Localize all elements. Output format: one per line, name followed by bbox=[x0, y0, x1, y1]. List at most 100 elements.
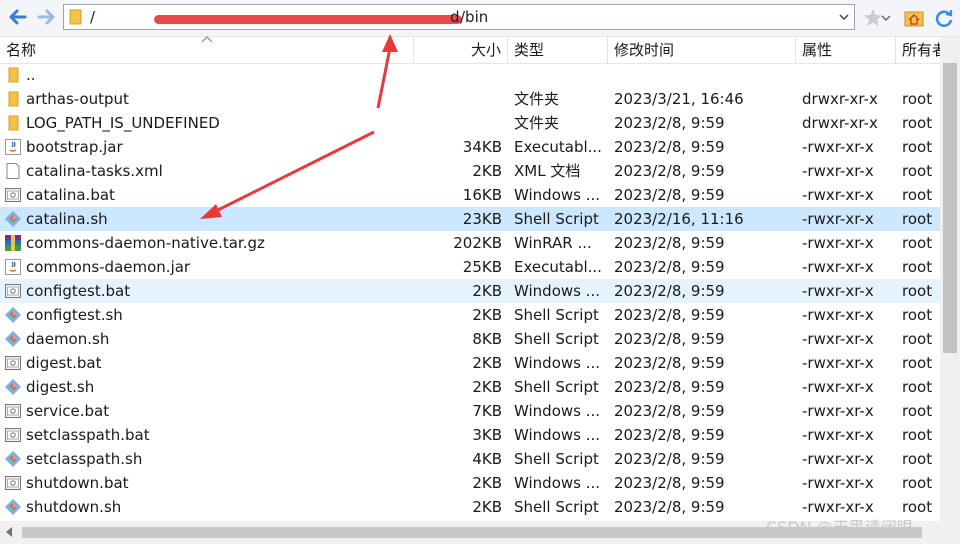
file-row[interactable]: arthas-output 文件夹 2023/3/21, 16:46 drwxr-xr… bbox=[0, 87, 940, 111]
file-owner: root bbox=[902, 138, 933, 156]
back-button[interactable] bbox=[6, 6, 28, 28]
address-bar[interactable]: / d /bin bbox=[63, 4, 855, 30]
folder-icon bbox=[4, 114, 22, 132]
file-size: 7KB bbox=[472, 402, 502, 420]
file-type: Shell Script bbox=[514, 378, 599, 396]
column-modified-label: 修改时间 bbox=[614, 41, 675, 59]
file-row[interactable]: configtest.sh 2KB Shell Script 2023/2/8, 9:… bbox=[0, 303, 940, 327]
column-header-row: 名称 大小 类型 修改时间 属性 所有者 bbox=[0, 36, 940, 64]
file-type: Windows ... bbox=[514, 282, 601, 300]
file-type: Executabl... bbox=[514, 138, 602, 156]
file-modified: 2023/2/8, 9:59 bbox=[614, 426, 725, 444]
file-modified bbox=[614, 63, 796, 87]
file-row[interactable]: digest.sh 2KB Shell Script 2023/2/8, 9:59 -r… bbox=[0, 375, 940, 399]
file-size: 25KB bbox=[462, 258, 502, 276]
file-size: 8KB bbox=[472, 330, 502, 348]
file-owner: root bbox=[902, 282, 933, 300]
home-folder-icon[interactable] bbox=[903, 7, 925, 29]
file-name: catalina-tasks.xml bbox=[26, 162, 163, 180]
vertical-scrollbar[interactable] bbox=[940, 37, 960, 521]
column-owner[interactable]: 所有者 bbox=[896, 37, 940, 63]
file-row[interactable]: commons-daemon.jar 25KB Executabl... 2023/2… bbox=[0, 255, 940, 279]
redaction-mark bbox=[154, 15, 462, 24]
batch-file-icon bbox=[4, 186, 22, 204]
file-owner: root bbox=[902, 402, 933, 420]
file-row[interactable]: bootstrap.jar 34KB Executabl... 2023/2/8, 9… bbox=[0, 135, 940, 159]
column-type-label: 类型 bbox=[514, 41, 545, 59]
file-row[interactable]: digest.bat 2KB Windows ... 2023/2/8, 9:59 -r… bbox=[0, 351, 940, 375]
watermark: CSDN @天黑请闭眼 bbox=[766, 518, 913, 537]
file-modified: 2023/2/8, 9:59 bbox=[614, 138, 725, 156]
file-type: 文件夹 bbox=[514, 90, 560, 108]
column-name-label: 名称 bbox=[6, 41, 37, 59]
file-row[interactable]: catalina.bat 16KB Windows ... 2023/2/8, 9:5… bbox=[0, 183, 940, 207]
file-owner: root bbox=[902, 378, 933, 396]
file-modified: 2023/2/8, 9:59 bbox=[614, 474, 725, 492]
file-row[interactable]: service.bat 7KB Windows ... 2023/2/8, 9:59 -… bbox=[0, 399, 940, 423]
file-type: XML 文档 bbox=[514, 162, 581, 180]
file-name: setclasspath.sh bbox=[26, 450, 143, 468]
file-owner: root bbox=[902, 114, 933, 132]
chevron-down-icon[interactable] bbox=[838, 11, 850, 23]
file-row[interactable]: shutdown.bat 2KB Windows ... 2023/2/8, 9:59… bbox=[0, 471, 940, 495]
column-size[interactable]: 大小 bbox=[414, 37, 508, 63]
file-name: catalina.sh bbox=[26, 210, 108, 228]
file-size bbox=[414, 111, 502, 135]
file-owner: root bbox=[902, 258, 933, 276]
vertical-scrollbar-thumb[interactable] bbox=[943, 63, 957, 353]
file-type: Shell Script bbox=[514, 306, 599, 324]
batch-file-icon bbox=[4, 474, 22, 492]
file-modified: 2023/2/8, 9:59 bbox=[614, 402, 725, 420]
file-row[interactable]: catalina.sh 23KB Shell Script 2023/2/16, 11… bbox=[0, 207, 940, 231]
file-type: 文件夹 bbox=[514, 114, 560, 132]
file-modified: 2023/2/8, 9:59 bbox=[614, 378, 725, 396]
file-permissions: -rwxr-xr-x bbox=[802, 138, 874, 156]
folder-icon bbox=[4, 90, 22, 108]
file-size: 23KB bbox=[462, 210, 502, 228]
file-row[interactable]: daemon.sh 8KB Shell Script 2023/2/8, 9:59 -r… bbox=[0, 327, 940, 351]
chevron-down-icon[interactable] bbox=[880, 7, 892, 29]
file-row[interactable]: configtest.bat 2KB Windows ... 2023/2/8, 9:… bbox=[0, 279, 940, 303]
file-row[interactable]: setclasspath.bat 3KB Windows ... 2023/2/8, … bbox=[0, 423, 940, 447]
winrar-archive-icon bbox=[4, 234, 22, 252]
file-modified: 2023/3/21, 16:46 bbox=[614, 90, 744, 108]
file-row[interactable]: commons-daemon-native.tar.gz 202KB WinRAR … bbox=[0, 231, 940, 255]
folder-icon bbox=[4, 66, 22, 84]
file-owner: root bbox=[902, 354, 933, 372]
file-permissions: -rwxr-xr-x bbox=[802, 186, 874, 204]
batch-file-icon bbox=[4, 354, 22, 372]
file-row[interactable]: catalina-tasks.xml 2KB XML 文档 2023/2/8, 9:5… bbox=[0, 159, 940, 183]
file-name: configtest.sh bbox=[26, 306, 123, 324]
column-attributes[interactable]: 属性 bbox=[796, 37, 896, 63]
file-size: 16KB bbox=[462, 186, 502, 204]
file-row[interactable]: setclasspath.sh 4KB Shell Script 2023/2/8, … bbox=[0, 447, 940, 471]
file-permissions: -rwxr-xr-x bbox=[802, 450, 874, 468]
file-name: shutdown.bat bbox=[26, 474, 129, 492]
forward-button[interactable] bbox=[36, 6, 58, 28]
refresh-icon[interactable] bbox=[933, 7, 955, 29]
folder-icon bbox=[69, 9, 82, 25]
scroll-left-icon[interactable] bbox=[4, 526, 14, 538]
column-modified[interactable]: 修改时间 bbox=[608, 37, 796, 63]
java-jar-icon bbox=[4, 258, 22, 276]
file-size: 4KB bbox=[472, 450, 502, 468]
file-owner: root bbox=[902, 450, 933, 468]
file-row[interactable]: LOG_PATH_IS_UNDEFINED 文件夹 2023/2/8, 9:59 dr… bbox=[0, 111, 940, 135]
file-modified: 2023/2/16, 11:16 bbox=[614, 210, 744, 228]
file-type: Windows ... bbox=[514, 426, 601, 444]
batch-file-icon bbox=[4, 426, 22, 444]
file-row[interactable]: .. bbox=[0, 63, 940, 87]
file-modified: 2023/2/8, 9:59 bbox=[614, 114, 725, 132]
file-name: .. bbox=[26, 66, 36, 84]
file-permissions: -rwxr-xr-x bbox=[802, 306, 874, 324]
file-permissions: -rwxr-xr-x bbox=[802, 210, 874, 228]
file-size: 2KB bbox=[472, 354, 502, 372]
file-name: commons-daemon-native.tar.gz bbox=[26, 234, 265, 252]
file-name: shutdown.sh bbox=[26, 498, 122, 516]
column-type[interactable]: 类型 bbox=[508, 37, 608, 63]
file-owner: root bbox=[902, 474, 933, 492]
file-size: 2KB bbox=[472, 498, 502, 516]
file-size bbox=[414, 63, 502, 87]
file-type: Windows ... bbox=[514, 474, 601, 492]
column-size-label: 大小 bbox=[470, 41, 501, 59]
